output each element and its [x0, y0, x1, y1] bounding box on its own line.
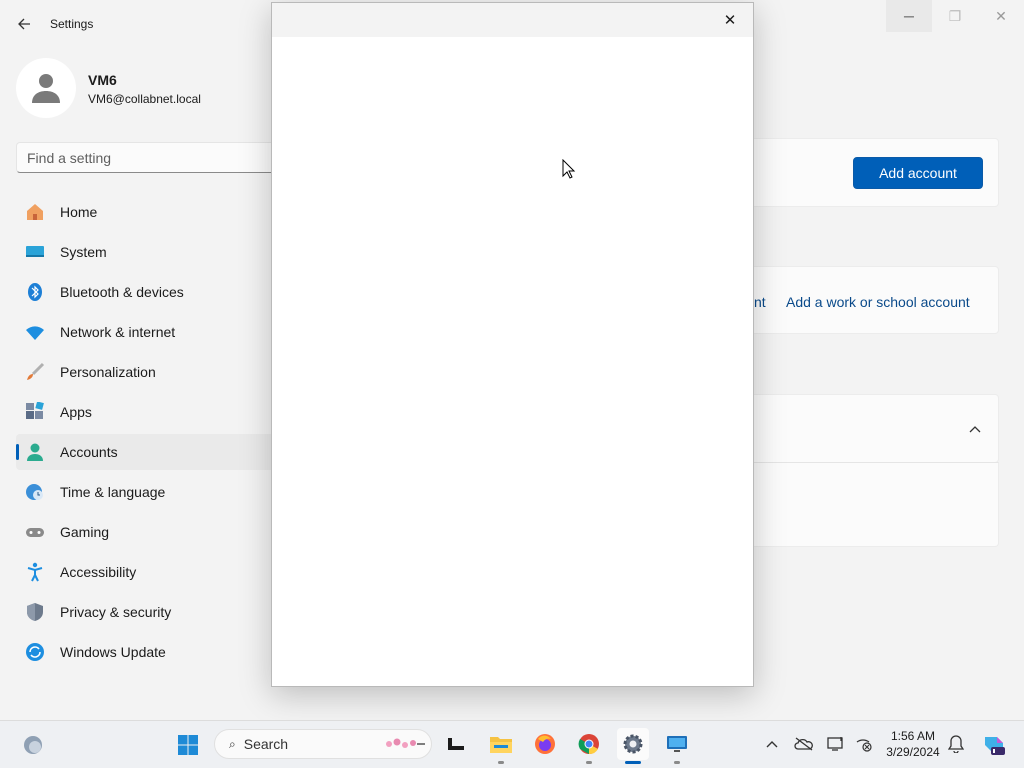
expander-card-body — [740, 462, 999, 547]
copilot-icon[interactable] — [980, 730, 1008, 758]
start-button[interactable] — [172, 729, 204, 761]
display-icon[interactable] — [824, 732, 848, 756]
search-icon: ⌕ — [229, 736, 236, 751]
sidebar-item-label: Windows Update — [60, 644, 166, 660]
network-disconnected-icon[interactable] — [852, 732, 876, 756]
clock-date: 3/29/2024 — [886, 745, 940, 759]
bell-icon[interactable] — [944, 732, 968, 756]
sidebar-item-network[interactable]: Network & internet — [16, 314, 276, 350]
file-explorer-icon[interactable] — [485, 728, 517, 764]
clock-globe-icon — [24, 481, 46, 503]
blank-dialog: ✕ — [271, 2, 754, 687]
clock-time: 1:56 AM — [890, 729, 936, 743]
search-input[interactable] — [27, 149, 305, 166]
notification-area — [944, 720, 1008, 768]
sidebar-item-apps[interactable]: Apps — [16, 394, 276, 430]
sidebar-item-label: System — [60, 244, 107, 260]
sidebar-item-label: Accounts — [60, 444, 118, 460]
back-button[interactable] — [12, 12, 36, 36]
sidebar-item-label: Personalization — [60, 364, 156, 380]
app-title: Settings — [50, 17, 94, 31]
sidebar-item-system[interactable]: System — [16, 234, 276, 270]
sidebar-item-bluetooth[interactable]: Bluetooth & devices — [16, 274, 276, 310]
accounts-icon — [24, 441, 46, 463]
update-icon — [24, 641, 46, 663]
bluetooth-icon — [24, 281, 46, 303]
user-email: VM6@collabnet.local — [88, 92, 201, 106]
sidebar-item-accounts[interactable]: Accounts — [16, 434, 276, 470]
firefox-icon[interactable] — [529, 728, 561, 760]
gear-icon — [623, 734, 643, 754]
sidebar-item-gaming[interactable]: Gaming — [16, 514, 276, 550]
expander-card-header[interactable] — [740, 394, 999, 463]
minimize-button[interactable]: ─ — [886, 0, 932, 32]
apps-icon — [24, 401, 46, 423]
mouse-cursor-icon — [562, 158, 576, 184]
add-account-button[interactable]: Add account — [853, 157, 983, 189]
chevron-up-tray-icon[interactable] — [760, 732, 784, 756]
sidebar-item-label: Home — [60, 204, 98, 220]
sidebar-item-label: Bluetooth & devices — [60, 284, 184, 300]
gamepad-icon — [24, 521, 46, 543]
user-name: VM6 — [88, 72, 117, 88]
sidebar-item-accessibility[interactable]: Accessibility — [16, 554, 276, 590]
add-work-account-link[interactable]: Add a work or school account — [786, 294, 970, 310]
sidebar-item-label: Privacy & security — [60, 604, 172, 620]
home-icon — [24, 201, 46, 223]
settings-taskbar-icon[interactable] — [617, 728, 649, 764]
sidebar-item-windows-update[interactable]: Windows Update — [16, 634, 276, 670]
sidebar-item-label: Network & internet — [60, 324, 176, 340]
sidebar-item-label: Accessibility — [60, 564, 137, 580]
search-highlight-icon — [386, 738, 425, 748]
sidebar-item-privacy-security[interactable]: Privacy & security — [16, 594, 276, 630]
windows-logo-icon — [178, 735, 198, 755]
chrome-icon[interactable] — [573, 728, 605, 764]
dialog-close-button[interactable]: ✕ — [719, 9, 741, 31]
back-arrow-icon — [18, 18, 30, 30]
user-icon — [32, 74, 60, 103]
taskbar-search[interactable]: ⌕ Search — [214, 729, 432, 759]
wifi-icon — [24, 321, 46, 343]
system-tray — [760, 720, 876, 768]
sidebar-item-home[interactable]: Home — [16, 194, 276, 230]
taskbar-search-label: Search — [243, 736, 289, 752]
avatar[interactable] — [16, 58, 76, 118]
weather-widget-icon[interactable] — [17, 729, 49, 761]
taskview-icon[interactable] — [440, 728, 472, 760]
remote-desktop-icon[interactable] — [661, 728, 693, 764]
close-window-button[interactable]: ✕ — [978, 0, 1024, 32]
sidebar-item-label: Time & language — [60, 484, 166, 500]
chevron-up-icon[interactable] — [964, 418, 986, 440]
accessibility-icon — [24, 561, 46, 583]
shield-icon — [24, 601, 46, 623]
sidebar-item-label: Gaming — [60, 524, 110, 540]
brush-icon — [24, 361, 46, 383]
partial-link[interactable]: nt — [754, 294, 766, 310]
sidebar-item-time-language[interactable]: Time & language — [16, 474, 276, 510]
maximize-button[interactable]: ❐ — [932, 0, 978, 32]
dialog-titlebar: ✕ — [272, 3, 753, 37]
taskbar-clock[interactable]: 1:56 AM 3/29/2024 — [880, 728, 946, 760]
onedrive-offline-icon[interactable] — [792, 732, 816, 756]
system-icon — [24, 241, 46, 263]
sidebar-item-personalization[interactable]: Personalization — [16, 354, 276, 390]
sidebar-nav: Home System Bluetooth & devices Network … — [16, 194, 276, 674]
sidebar-item-label: Apps — [60, 404, 92, 420]
